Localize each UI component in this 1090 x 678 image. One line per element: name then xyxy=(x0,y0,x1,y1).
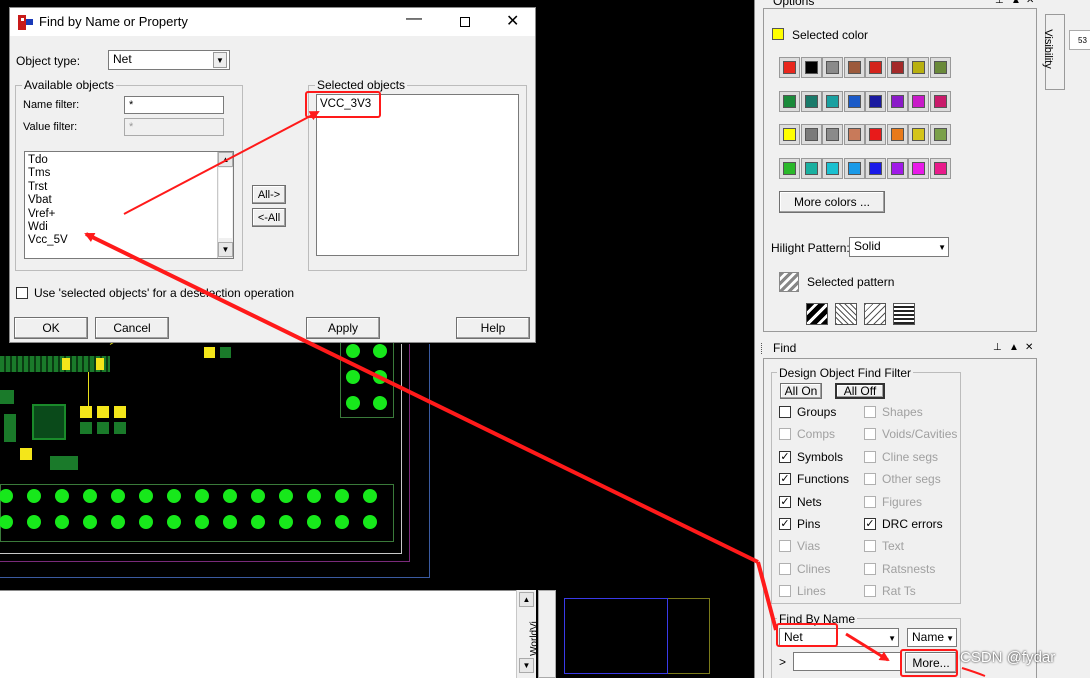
arrow-from-panel xyxy=(756,561,778,631)
arrow-to-selected xyxy=(123,111,320,215)
arrow-curl xyxy=(961,667,986,677)
annotation-arrows xyxy=(84,111,986,677)
watermark: CSDN @fydar xyxy=(960,649,1056,666)
arrow-to-vcc5v xyxy=(84,232,759,564)
arrow-to-more xyxy=(845,632,890,662)
